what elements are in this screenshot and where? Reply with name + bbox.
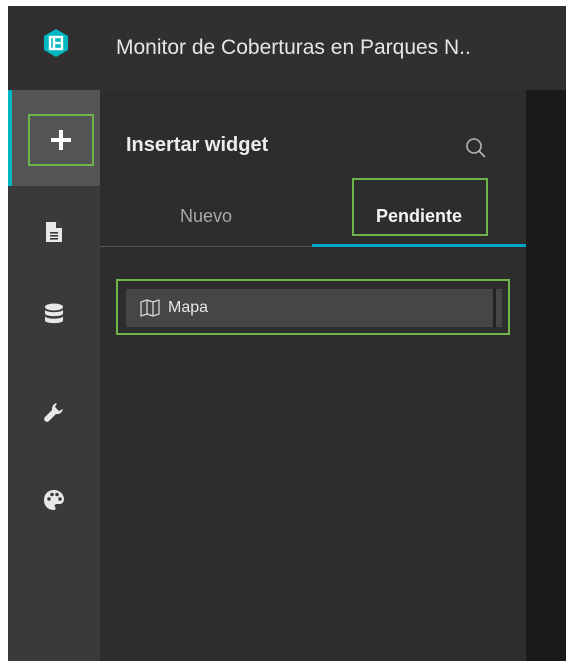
- palette-icon: [44, 490, 64, 510]
- wrench-icon: [44, 403, 63, 422]
- app-title: Monitor de Coberturas en Parques N..: [116, 36, 471, 59]
- tab-pendiente-highlight: [352, 178, 488, 236]
- experience-builder: Monitor de Coberturas en Parques N.. Ins…: [8, 6, 566, 661]
- database-icon: [45, 303, 63, 324]
- canvas-area[interactable]: [526, 90, 566, 661]
- active-tool-indicator: [8, 90, 12, 186]
- settings-tool-button[interactable]: [8, 382, 100, 442]
- plus-icon: [51, 130, 71, 150]
- theme-tool-button[interactable]: [8, 470, 100, 530]
- tab-nuevo[interactable]: Nuevo: [100, 186, 312, 246]
- search-icon[interactable]: [464, 136, 488, 160]
- app-logo-icon: [44, 29, 68, 57]
- insert-widget-button[interactable]: [28, 114, 94, 166]
- document-icon: [46, 222, 62, 242]
- app-header: Monitor de Coberturas en Parques N..: [8, 6, 566, 90]
- side-toolbar: [8, 90, 100, 661]
- insert-widget-panel: Insertar widget Nuevo Pendiente Mapa: [100, 90, 526, 661]
- data-tool-button[interactable]: [8, 284, 100, 344]
- panel-title: Insertar widget: [126, 134, 269, 156]
- widget-item-highlight: [116, 279, 510, 335]
- page-tool-button[interactable]: [8, 202, 100, 262]
- active-tab-underline: [312, 244, 526, 247]
